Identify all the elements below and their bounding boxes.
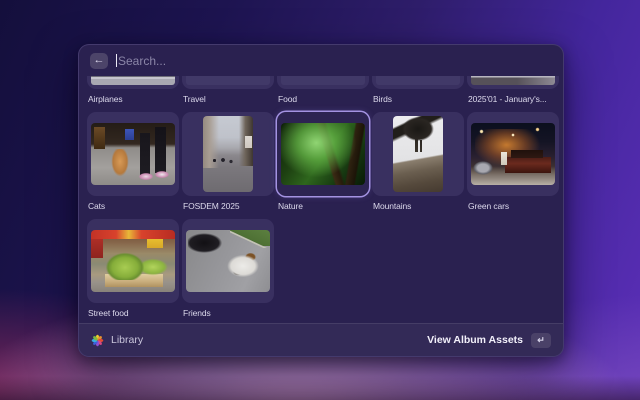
thumb-strip (376, 76, 460, 85)
album-label: Nature (278, 201, 368, 211)
thumb-strip (471, 76, 555, 85)
album-cell-birds[interactable]: Birds (372, 76, 464, 112)
photos-library-icon (91, 334, 104, 347)
album-label: Street food (88, 308, 178, 318)
album-label: FOSDEM 2025 (183, 201, 273, 211)
album-cell-travel[interactable]: Travel (182, 76, 274, 112)
footer-source: Library (91, 334, 143, 347)
album-thumb-airplanes (87, 76, 179, 89)
album-cell-street-food[interactable]: Street food (87, 219, 179, 325)
album-tile (182, 219, 274, 303)
album-thumb-street-food (91, 230, 175, 292)
album-thumb-green-cars (471, 123, 555, 185)
album-tile (467, 112, 559, 196)
album-row-middle: Cats FOSDEM 2025 Nature Mountains Green … (87, 112, 555, 219)
footer-bar: Library View Album Assets ↵ (79, 323, 563, 356)
album-thumb-fosdem (203, 116, 253, 192)
back-button[interactable]: ← (90, 53, 108, 69)
album-thumb-food (277, 76, 369, 89)
album-cell-friends[interactable]: Friends (182, 219, 274, 325)
album-cell-food[interactable]: Food (277, 76, 369, 112)
album-label: 2025'01 - January's... (468, 94, 558, 104)
album-tile (182, 112, 274, 196)
search-input[interactable] (118, 54, 552, 68)
album-thumb-nature (281, 123, 365, 185)
album-label: Airplanes (88, 94, 178, 104)
album-tile (372, 112, 464, 196)
album-cell-mountains[interactable]: Mountains (372, 112, 464, 219)
album-thumb-friends (186, 230, 270, 292)
album-label: Mountains (373, 201, 463, 211)
search-bar: ← (79, 45, 563, 76)
library-label: Library (111, 334, 143, 346)
album-cell-fosdem-2025[interactable]: FOSDEM 2025 (182, 112, 274, 219)
album-thumb-mountains (393, 116, 443, 192)
return-key-icon: ↵ (531, 333, 551, 348)
album-tile-selected (277, 112, 369, 196)
thumb-strip (91, 76, 175, 85)
thumb-strip (281, 76, 365, 85)
album-label: Food (278, 94, 368, 104)
search-field-area (116, 54, 552, 68)
text-caret (116, 54, 117, 67)
album-label: Green cars (468, 201, 558, 211)
album-label: Travel (183, 94, 273, 104)
album-row-bottom: Street food Friends (87, 219, 555, 325)
thumb-strip (186, 76, 270, 85)
album-cell-nature[interactable]: Nature (277, 112, 369, 219)
desktop-wallpaper: ← Airplanes Travel Food (0, 0, 640, 400)
album-thumb-birds (372, 76, 464, 89)
view-album-assets-action[interactable]: View Album Assets ↵ (427, 333, 551, 348)
album-cell-2025-01[interactable]: 2025'01 - January's... (467, 76, 559, 112)
view-album-assets-label: View Album Assets (427, 334, 523, 346)
album-label: Friends (183, 308, 273, 318)
album-thumb-2025-01 (467, 76, 559, 89)
album-search-window: ← Airplanes Travel Food (78, 44, 564, 357)
album-label: Cats (88, 201, 178, 211)
album-grid[interactable]: Airplanes Travel Food Birds 2025'01 - Ja… (79, 76, 563, 325)
album-thumb-travel (182, 76, 274, 89)
album-tile (87, 112, 179, 196)
arrow-left-icon: ← (94, 53, 105, 68)
album-row-top: Airplanes Travel Food Birds 2025'01 - Ja… (87, 76, 555, 112)
album-thumb-cats (91, 123, 175, 185)
album-label: Birds (373, 94, 463, 104)
album-cell-green-cars[interactable]: Green cars (467, 112, 559, 219)
album-cell-cats[interactable]: Cats (87, 112, 179, 219)
album-tile (87, 219, 179, 303)
album-cell-airplanes[interactable]: Airplanes (87, 76, 179, 112)
